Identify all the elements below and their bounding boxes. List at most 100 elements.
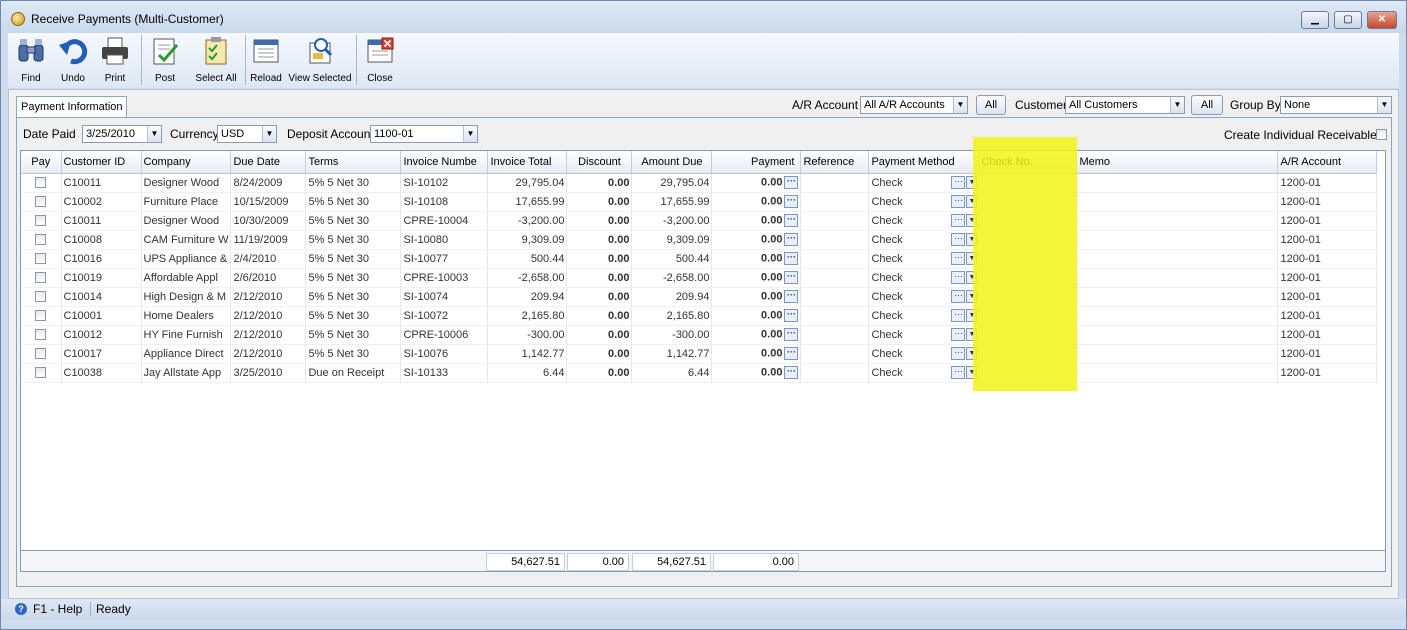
total-cell[interactable]: 209.94 [487, 287, 568, 307]
discount-cell[interactable]: 0.00 [566, 173, 633, 193]
terms-cell[interactable]: 5% 5 Net 30 [305, 287, 402, 307]
reference-cell[interactable] [800, 192, 870, 212]
print-button[interactable]: Print [95, 33, 135, 88]
amount-due-cell[interactable]: 9,309.09 [631, 230, 713, 250]
due-date-cell[interactable]: 2/12/2010 [230, 344, 307, 364]
payment-cell[interactable]: 0.00 ··· [711, 287, 802, 307]
terms-cell[interactable]: 5% 5 Net 30 [305, 192, 402, 212]
due-date-cell[interactable]: 2/12/2010 [230, 325, 307, 345]
currency-select[interactable]: USD ▼ [217, 125, 277, 143]
total-cell[interactable]: -300.00 [487, 325, 568, 345]
date-paid-field[interactable]: 3/25/2010 ▼ [82, 125, 162, 143]
terms-cell[interactable]: 5% 5 Net 30 [305, 230, 402, 250]
chevron-down-icon[interactable]: ▼ [966, 213, 978, 227]
memo-cell[interactable] [1076, 230, 1279, 250]
ellipsis-icon[interactable]: ··· [951, 213, 966, 227]
pay-checkbox[interactable] [35, 291, 47, 303]
terms-cell[interactable]: Due on Receipt [305, 363, 402, 383]
amount-due-cell[interactable]: 209.94 [631, 287, 713, 307]
table-row[interactable]: C10001 Home Dealers 2/12/2010 5% 5 Net 30 SI… [21, 306, 1378, 326]
amount-due-cell[interactable]: 29,795.04 [631, 173, 713, 193]
ellipsis-icon[interactable]: ··· [784, 233, 799, 246]
ellipsis-icon[interactable]: ··· [784, 328, 799, 341]
company-cell[interactable]: Jay Allstate App [141, 363, 232, 383]
customer-id-cell[interactable]: C10016 [61, 249, 142, 269]
payment-cell[interactable]: 0.00 ··· [711, 325, 802, 345]
invoice-cell[interactable]: SI-10072 [400, 306, 489, 326]
pay-cell[interactable] [21, 325, 62, 345]
payment-method-cell[interactable]: Check ··· ▼ [868, 211, 980, 231]
check-no-cell[interactable] [978, 287, 1078, 307]
col-header-customer-id[interactable]: Customer ID [61, 151, 142, 174]
company-cell[interactable]: Furniture Place [141, 192, 232, 212]
total-cell[interactable]: 29,795.04 [487, 173, 568, 193]
company-cell[interactable]: Designer Wood [141, 173, 232, 193]
group-by-select[interactable]: None ▼ [1280, 96, 1392, 114]
reference-cell[interactable] [800, 306, 870, 326]
payment-cell[interactable]: 0.00 ··· [711, 249, 802, 269]
pay-cell[interactable] [21, 211, 62, 231]
ar-account-cell[interactable]: 1200-01 [1277, 268, 1378, 288]
discount-cell[interactable]: 0.00 [566, 249, 633, 269]
ar-account-cell[interactable]: 1200-01 [1277, 363, 1378, 383]
minimize-button[interactable]: ▁ [1301, 11, 1329, 29]
company-cell[interactable]: Designer Wood [141, 211, 232, 231]
payment-method-cell[interactable]: Check ··· ▼ [868, 249, 980, 269]
col-header-memo[interactable]: Memo [1076, 151, 1279, 174]
col-header-invoice-number[interactable]: Invoice Numbe [400, 151, 489, 174]
ellipsis-icon[interactable]: ··· [951, 289, 966, 303]
company-cell[interactable]: Affordable Appl [141, 268, 232, 288]
discount-cell[interactable]: 0.00 [566, 192, 633, 212]
col-header-pay[interactable]: Pay [21, 151, 62, 174]
customer-id-cell[interactable]: C10038 [61, 363, 142, 383]
terms-cell[interactable]: 5% 5 Net 30 [305, 344, 402, 364]
ellipsis-icon[interactable]: ··· [784, 252, 799, 265]
ar-account-cell[interactable]: 1200-01 [1277, 249, 1378, 269]
company-cell[interactable]: CAM Furniture W [141, 230, 232, 250]
ar-account-cell[interactable]: 1200-01 [1277, 173, 1378, 193]
col-header-invoice-total[interactable]: Invoice Total [487, 151, 568, 174]
table-row[interactable]: C10014 High Design & M 2/12/2010 5% 5 Net 3… [21, 287, 1378, 307]
reference-cell[interactable] [800, 268, 870, 288]
payment-method-cell[interactable]: Check ··· ▼ [868, 325, 980, 345]
due-date-cell[interactable]: 2/6/2010 [230, 268, 307, 288]
deposit-account-select[interactable]: 1100-01 ▼ [370, 125, 478, 143]
discount-cell[interactable]: 0.00 [566, 268, 633, 288]
company-cell[interactable]: HY Fine Furnish [141, 325, 232, 345]
view-selected-button[interactable]: View Selected [288, 33, 352, 88]
chevron-down-icon[interactable]: ▼ [966, 175, 978, 189]
col-header-ar-account[interactable]: A/R Account [1277, 151, 1378, 174]
chevron-down-icon[interactable]: ▼ [966, 327, 978, 341]
terms-cell[interactable]: 5% 5 Net 30 [305, 249, 402, 269]
total-cell[interactable]: -3,200.00 [487, 211, 568, 231]
ellipsis-icon[interactable]: ··· [951, 175, 966, 189]
amount-due-cell[interactable]: -300.00 [631, 325, 713, 345]
ellipsis-icon[interactable]: ··· [951, 251, 966, 265]
chevron-down-icon[interactable]: ▼ [966, 365, 978, 379]
payment-method-cell[interactable]: Check ··· ▼ [868, 230, 980, 250]
pay-cell[interactable] [21, 192, 62, 212]
ar-account-cell[interactable]: 1200-01 [1277, 192, 1378, 212]
amount-due-cell[interactable]: 17,655.99 [631, 192, 713, 212]
ellipsis-icon[interactable]: ··· [784, 366, 799, 379]
memo-cell[interactable] [1076, 268, 1279, 288]
payment-method-cell[interactable]: Check ··· ▼ [868, 268, 980, 288]
check-no-cell[interactable] [978, 249, 1078, 269]
total-cell[interactable]: 1,142.77 [487, 344, 568, 364]
total-cell[interactable]: -2,658.00 [487, 268, 568, 288]
due-date-cell[interactable]: 2/12/2010 [230, 306, 307, 326]
payment-method-cell[interactable]: Check ··· ▼ [868, 363, 980, 383]
table-row[interactable]: C10017 Appliance Direct 2/12/2010 5% 5 Net … [21, 344, 1378, 364]
pay-cell[interactable] [21, 363, 62, 383]
memo-cell[interactable] [1076, 192, 1279, 212]
ar-account-cell[interactable]: 1200-01 [1277, 211, 1378, 231]
amount-due-cell[interactable]: 6.44 [631, 363, 713, 383]
chevron-down-icon[interactable]: ▼ [966, 346, 978, 360]
payment-cell[interactable]: 0.00 ··· [711, 211, 802, 231]
tab-payment-information[interactable]: Payment Information [16, 96, 127, 118]
invoice-cell[interactable]: CPRE-10003 [400, 268, 489, 288]
ellipsis-icon[interactable]: ··· [784, 214, 799, 227]
payment-cell[interactable]: 0.00 ··· [711, 306, 802, 326]
col-header-reference[interactable]: Reference [800, 151, 870, 174]
col-header-due-date[interactable]: Due Date [230, 151, 307, 174]
